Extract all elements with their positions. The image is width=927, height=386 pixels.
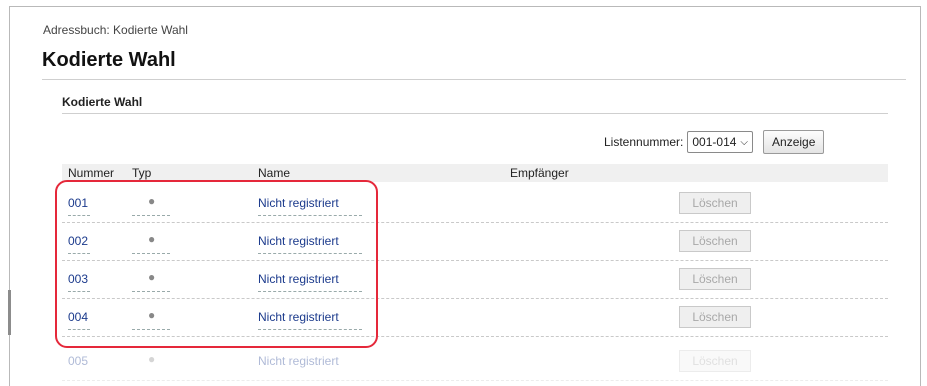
column-header-type: Typ [132, 166, 152, 180]
column-header-number: Nummer [68, 166, 115, 180]
frame-edge-marker [8, 290, 11, 335]
table-row: 005 ● Nicht registriert Löschen [62, 344, 888, 381]
highlight-outline [55, 180, 378, 348]
delete-button[interactable]: Löschen [679, 306, 751, 328]
delete-button[interactable]: Löschen [679, 192, 751, 214]
delete-button[interactable]: Löschen [679, 230, 751, 252]
list-number-value: 001-014 [692, 135, 737, 149]
page-title: Kodierte Wahl [42, 49, 176, 71]
column-header-recipient: Empfänger [510, 166, 569, 180]
breadcrumb: Adressbuch: Kodierte Wahl [43, 23, 188, 37]
column-header-name: Name [258, 166, 291, 180]
chevron-down-icon: ⌵ [740, 136, 749, 148]
entry-number-link[interactable]: 005 [68, 354, 88, 368]
title-divider [42, 79, 906, 80]
type-dot-icon: ● [148, 352, 156, 366]
entry-name-link[interactable]: Nicht registriert [258, 354, 339, 368]
list-number-select[interactable]: 001-014 ⌵ [687, 131, 754, 153]
display-button[interactable]: Anzeige [763, 130, 825, 154]
list-toolbar: Listennummer: 001-014 ⌵ Anzeige [604, 130, 825, 154]
list-number-label: Listennummer: [604, 135, 684, 149]
section-divider [62, 113, 888, 114]
delete-button[interactable]: Löschen [679, 350, 751, 372]
section-title: Kodierte Wahl [62, 95, 143, 109]
delete-button[interactable]: Löschen [679, 268, 751, 290]
